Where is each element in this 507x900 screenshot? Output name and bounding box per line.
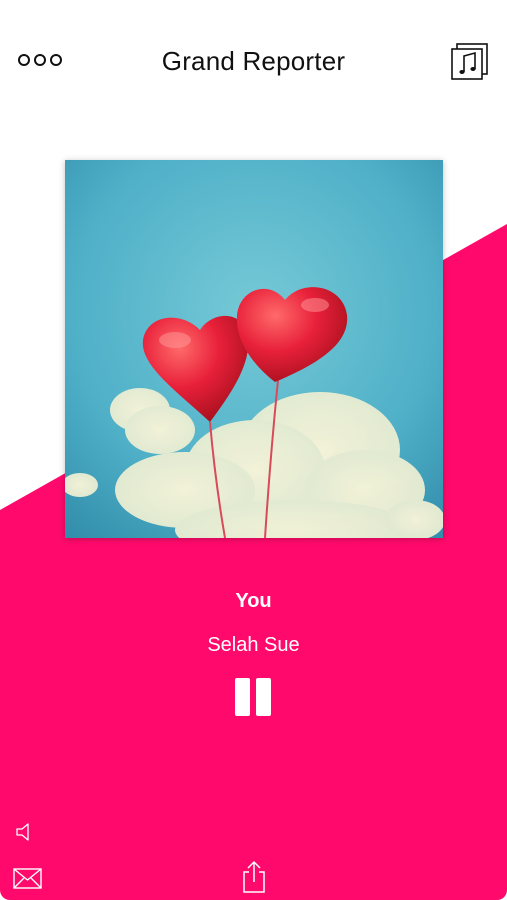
pause-icon	[235, 678, 250, 716]
pause-button[interactable]	[232, 678, 274, 718]
pause-icon	[256, 678, 271, 716]
track-title: You	[235, 590, 272, 612]
track-artist: Selah Sue	[207, 634, 300, 656]
mail-icon[interactable]	[12, 866, 44, 890]
page-title: Grand Reporter	[161, 46, 346, 76]
music-library-icon[interactable]	[451, 43, 489, 81]
album-artwork	[65, 160, 443, 538]
header: Grand Reporter	[0, 0, 507, 120]
player-screen: Grand Reporter You Selah Sue	[0, 0, 507, 900]
share-icon[interactable]	[240, 860, 268, 894]
speaker-icon[interactable]	[14, 821, 38, 843]
